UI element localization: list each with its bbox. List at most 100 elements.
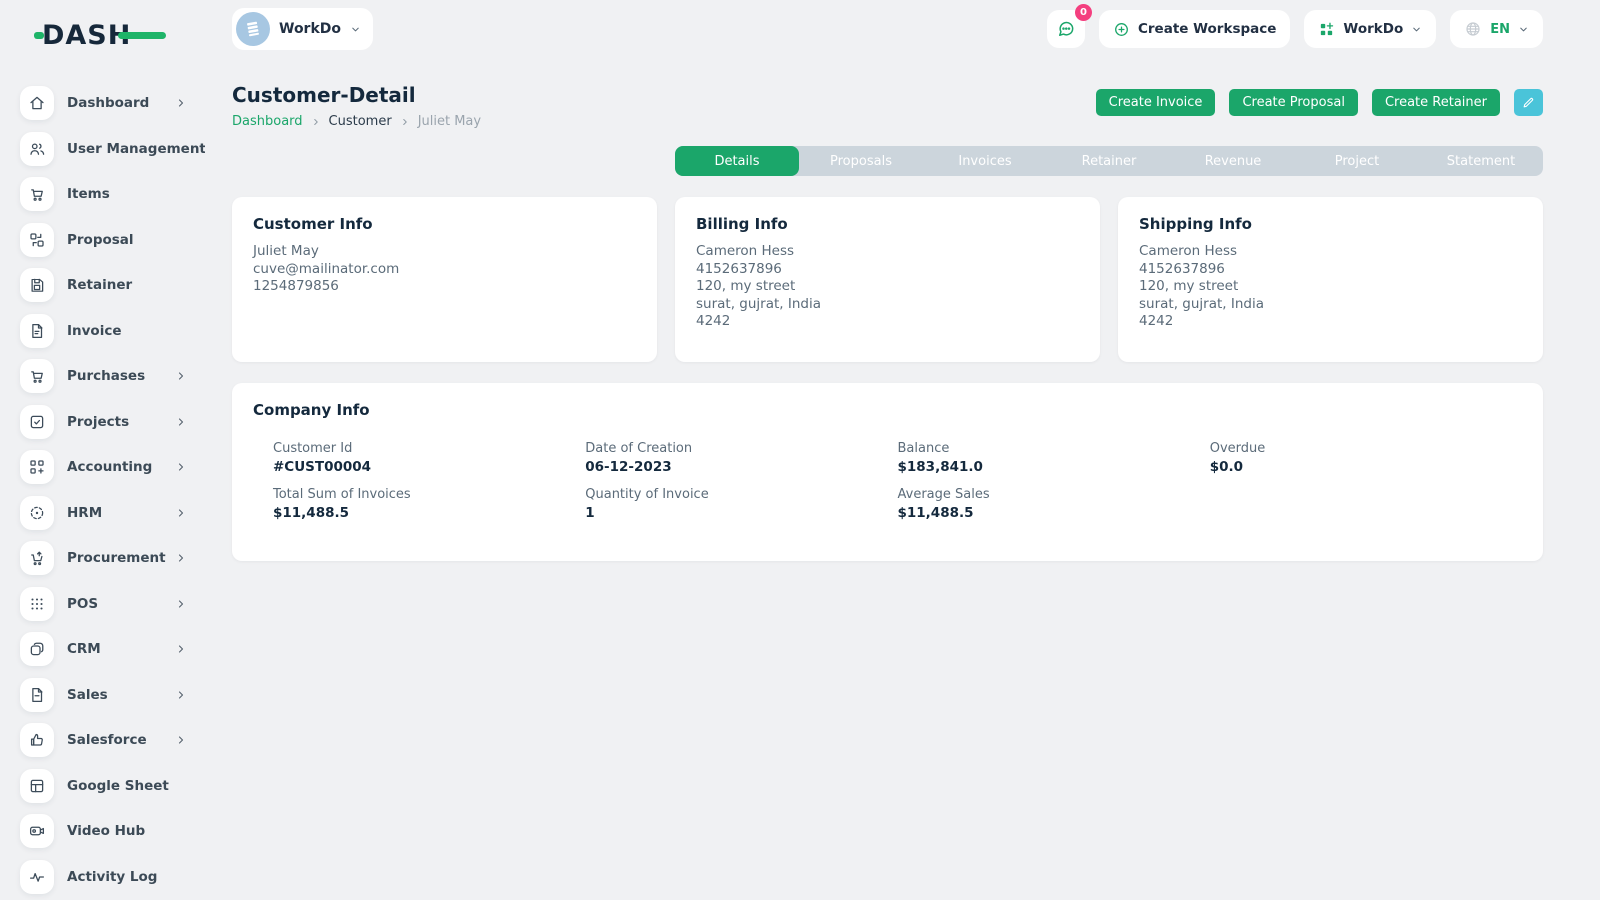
tab-proposals[interactable]: Proposals [799, 146, 923, 176]
chevron-right-icon [175, 507, 187, 519]
shipping-city: surat, gujrat, India [1139, 296, 1522, 314]
users-icon [20, 132, 54, 166]
sidebar-item-label: Google Sheet [67, 778, 205, 794]
tab-project[interactable]: Project [1295, 146, 1419, 176]
billing-zip: 4242 [696, 313, 1079, 331]
workspace-selector[interactable]: WorkDo [232, 8, 373, 50]
shipping-name: Cameron Hess [1139, 243, 1522, 261]
customer-name: Juliet May [253, 243, 636, 261]
sidebar-item-user-management[interactable]: User Management [20, 132, 205, 166]
company-info-card: Company Info Customer Id #CUST00004 Date… [232, 383, 1543, 561]
page-title-block: Customer-Detail Dashboard Customer Julie… [232, 83, 481, 129]
app-root: DASH Dashboard User Management [0, 0, 1600, 900]
customer-info-card: Customer Info Juliet May cuve@mailinator… [232, 197, 657, 362]
sidebar-nav: Dashboard User Management Items [20, 86, 205, 894]
sidebar-item-sales[interactable]: Sales [20, 678, 205, 712]
breadcrumb-customer: Customer [329, 114, 392, 129]
tab-retainer[interactable]: Retainer [1047, 146, 1171, 176]
create-proposal-button[interactable]: Create Proposal [1229, 89, 1358, 116]
sidebar-item-invoice[interactable]: Invoice [20, 314, 205, 348]
chevron-right-icon [175, 643, 187, 655]
sidebar-item-activity-log[interactable]: Activity Log [20, 860, 205, 894]
info-cards-row: Customer Info Juliet May cuve@mailinator… [232, 197, 1543, 362]
breadcrumb-dashboard[interactable]: Dashboard [232, 114, 303, 129]
sidebar-item-accounting[interactable]: Accounting [20, 450, 205, 484]
cart-arrow-icon [20, 541, 54, 575]
sidebar-item-hrm[interactable]: HRM [20, 496, 205, 530]
tab-invoices[interactable]: Invoices [923, 146, 1047, 176]
company-info-grid: Customer Id #CUST00004 Date of Creation … [253, 441, 1522, 521]
sidebar-item-projects[interactable]: Projects [20, 405, 205, 439]
chevron-right-icon [175, 370, 187, 382]
overlap-square-icon [20, 632, 54, 666]
plus-circle-icon [1113, 21, 1130, 38]
sidebar-item-label: Activity Log [67, 869, 205, 885]
sidebar-item-crm[interactable]: CRM [20, 632, 205, 666]
workspace-name: WorkDo [279, 21, 341, 37]
sidebar-item-pos[interactable]: POS [20, 587, 205, 621]
messages-badge: 0 [1075, 4, 1092, 21]
breadcrumb-separator-icon [311, 117, 321, 127]
shipping-phone: 4152637896 [1139, 261, 1522, 279]
chevron-right-icon [175, 97, 187, 109]
sidebar-item-video-hub[interactable]: Video Hub [20, 814, 205, 848]
chevron-down-icon [350, 24, 361, 35]
field-date-of-creation: Date of Creation 06-12-2023 [585, 441, 897, 475]
thumbs-up-icon [20, 723, 54, 757]
create-workspace-label: Create Workspace [1138, 21, 1276, 37]
shipping-info-card: Shipping Info Cameron Hess 4152637896 12… [1118, 197, 1543, 362]
field-quantity-of-invoice: Quantity of Invoice 1 [585, 487, 897, 521]
field-value: $11,488.5 [898, 505, 1210, 521]
language-label: EN [1490, 22, 1510, 37]
field-customer-id: Customer Id #CUST00004 [273, 441, 585, 475]
field-label: Balance [898, 441, 1210, 456]
sidebar-item-salesforce[interactable]: Salesforce [20, 723, 205, 757]
chevron-right-icon [175, 734, 187, 746]
create-retainer-button[interactable]: Create Retainer [1372, 89, 1500, 116]
sidebar-item-label: Salesforce [67, 732, 175, 748]
edit-customer-button[interactable] [1514, 89, 1543, 116]
tab-details[interactable]: Details [675, 146, 799, 176]
field-value: #CUST00004 [273, 459, 585, 475]
sidebar-item-label: CRM [67, 641, 175, 657]
sidebar-item-label: Procurement [67, 550, 175, 566]
tab-statement[interactable]: Statement [1419, 146, 1543, 176]
language-selector[interactable]: EN [1450, 10, 1543, 48]
billing-city: surat, gujrat, India [696, 296, 1079, 314]
sidebar-item-proposal[interactable]: Proposal [20, 223, 205, 257]
floppy-icon [20, 268, 54, 302]
swap-squares-icon [20, 223, 54, 257]
topbar-right: 0 Create Workspace WorkDo EN [1047, 10, 1543, 48]
building-icon [236, 12, 270, 46]
app-grid-plus-icon [1318, 21, 1335, 38]
sidebar-item-label: Purchases [67, 368, 175, 384]
workdo-menu-button[interactable]: WorkDo [1304, 10, 1436, 48]
create-invoice-button[interactable]: Create Invoice [1096, 89, 1216, 116]
chevron-down-icon [1518, 24, 1529, 35]
breadcrumb-separator-icon [400, 117, 410, 127]
logo-accent-dot [34, 32, 44, 39]
sidebar-item-procurement[interactable]: Procurement [20, 541, 205, 575]
sidebar-item-purchases[interactable]: Purchases [20, 359, 205, 393]
field-value: $11,488.5 [273, 505, 585, 521]
sidebar-item-retainer[interactable]: Retainer [20, 268, 205, 302]
sidebar-item-google-sheet[interactable]: Google Sheet [20, 769, 205, 803]
detail-tabs: Details Proposals Invoices Retainer Reve… [675, 146, 1543, 176]
sidebar: DASH Dashboard User Management [0, 0, 205, 900]
sidebar-item-label: Sales [67, 687, 175, 703]
billing-phone: 4152637896 [696, 261, 1079, 279]
create-workspace-button[interactable]: Create Workspace [1099, 10, 1290, 48]
chevron-right-icon [175, 552, 187, 564]
sidebar-item-dashboard[interactable]: Dashboard [20, 86, 205, 120]
app-logo[interactable]: DASH [42, 12, 152, 58]
breadcrumb-current: Juliet May [418, 114, 481, 129]
sidebar-item-label: Projects [67, 414, 175, 430]
shipping-zip: 4242 [1139, 313, 1522, 331]
field-label: Date of Creation [585, 441, 897, 456]
sidebar-item-items[interactable]: Items [20, 177, 205, 211]
field-value: 1 [585, 505, 897, 521]
messages-button[interactable]: 0 [1047, 10, 1085, 48]
chevron-right-icon [175, 416, 187, 428]
card-title: Customer Info [253, 215, 636, 233]
tab-revenue[interactable]: Revenue [1171, 146, 1295, 176]
